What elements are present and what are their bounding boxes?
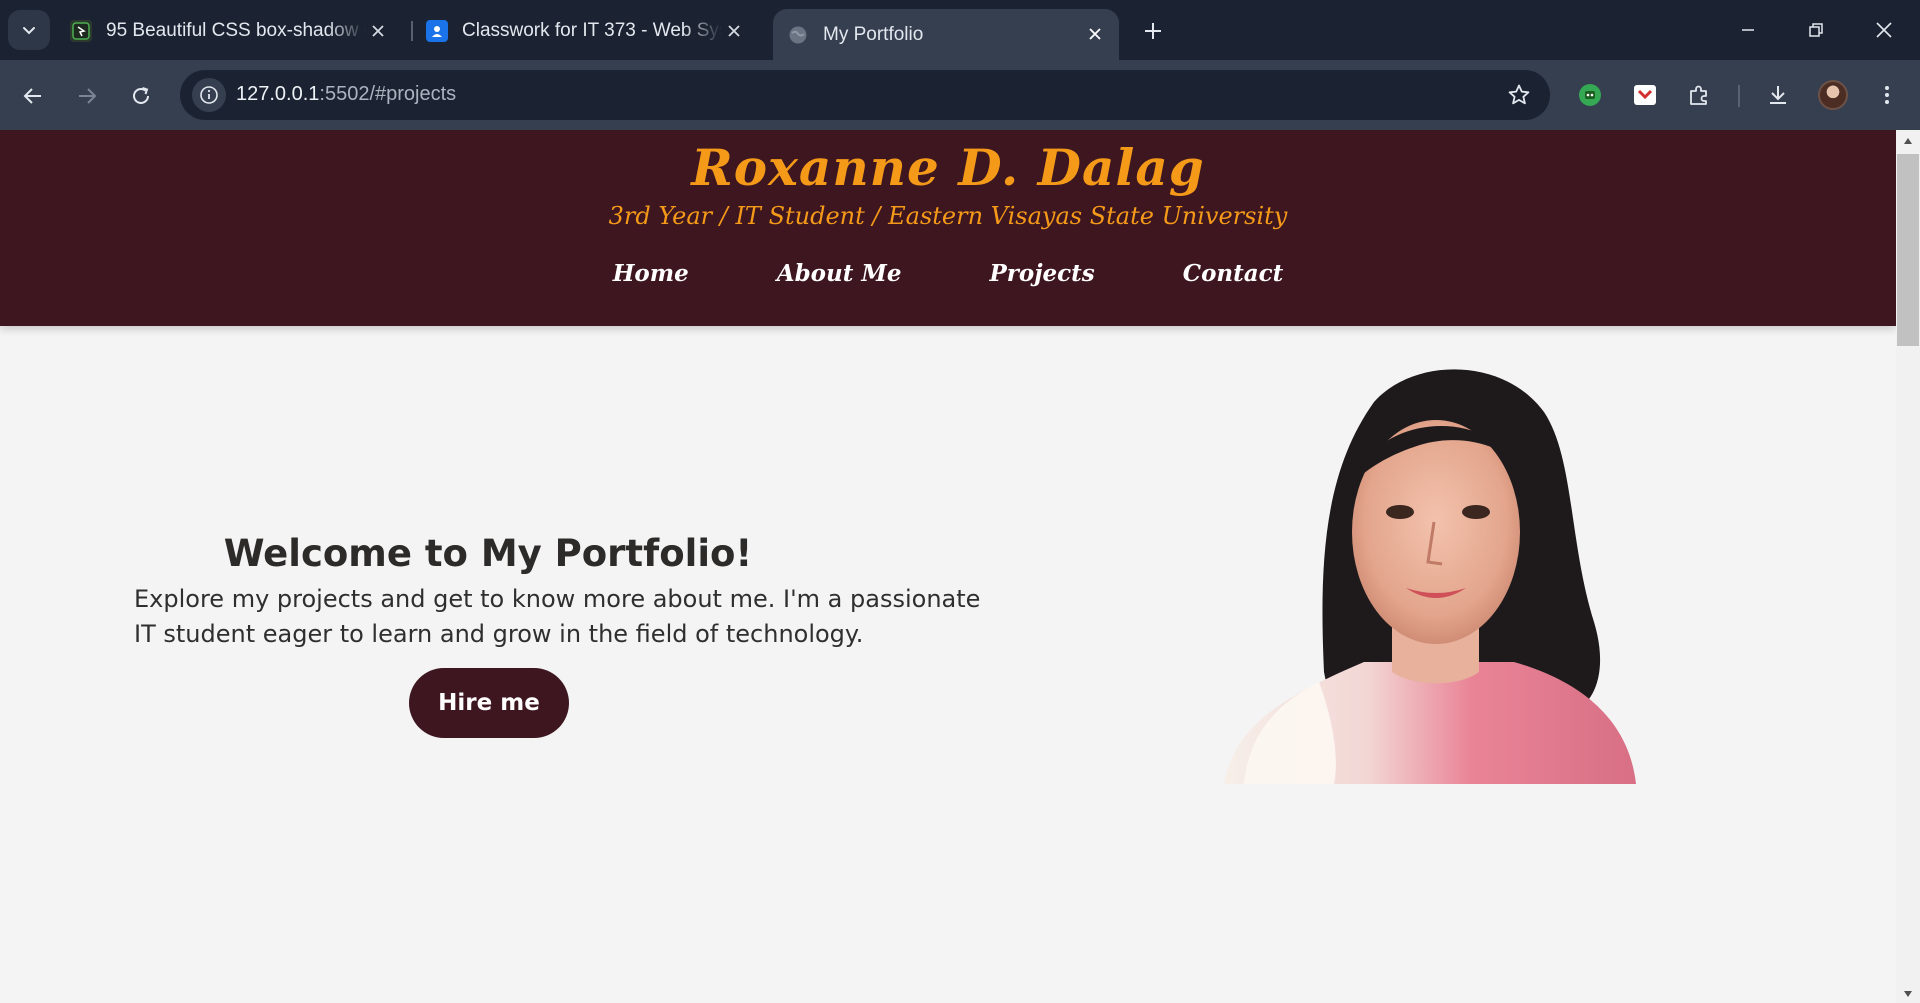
globe-icon [787,24,809,46]
hero-text: Explore my projects and get to know more… [134,585,981,648]
tab-divider [411,21,413,41]
restore-icon [1809,23,1823,37]
classroom-icon [426,20,448,42]
puzzle-piece-icon[interactable] [1682,78,1716,112]
tab-title: 95 Beautiful CSS box-shadow examples - C… [106,20,366,41]
tab-my-portfolio[interactable]: My Portfolio [773,9,1119,60]
site-name: Roxanne D. Dalag [691,138,1205,197]
tab-title: Classwork for IT 373 - Web Systems [462,20,722,41]
plus-icon [1145,23,1161,39]
site-tagline: 3rd Year / IT Student / Eastern Visayas … [608,202,1288,230]
forward-button[interactable] [68,77,106,115]
close-icon [1876,22,1892,38]
back-button[interactable] [14,77,52,115]
kebab-menu-icon[interactable] [1870,78,1904,112]
reload-icon [133,87,149,104]
close-tab-icon[interactable] [722,19,746,43]
profile-avatar[interactable] [1818,80,1848,110]
nav-contact[interactable]: Contact [1139,260,1328,287]
tab-search-button[interactable] [8,10,50,50]
site-info-icon[interactable] [192,78,226,112]
tab-strip: 95 Beautiful CSS box-shadow examples - C… [0,0,1920,60]
new-tab-button[interactable] [1136,14,1170,48]
restore-button[interactable] [1794,12,1838,48]
hero-title: Welcome to My Portfolio! [223,532,753,575]
close-window-button[interactable] [1862,12,1906,48]
browser-toolbar: 127.0.0.1:5502/#projects [0,60,1920,130]
minimize-icon [1742,29,1754,31]
hire-me-button[interactable]: Hire me [409,668,569,738]
minimize-button[interactable] [1726,12,1770,48]
scroll-down-arrow[interactable] [1896,985,1920,1003]
scroll-up-arrow[interactable] [1896,132,1920,150]
address-bar[interactable]: 127.0.0.1:5502/#projects [180,70,1550,120]
nav-projects[interactable]: Projects [945,260,1138,287]
chevron-down-icon [23,27,35,35]
download-icon[interactable] [1761,78,1795,112]
css-scan-icon [70,20,92,42]
scrollbar-thumb[interactable] [1897,154,1919,346]
extension-green-icon[interactable] [1573,78,1607,112]
bookmark-star-icon[interactable] [1506,82,1532,108]
nav-about-me[interactable]: About Me [733,260,946,287]
site-header: Roxanne D. Dalag 3rd Year / IT Student /… [0,130,1896,326]
url-text[interactable]: 127.0.0.1:5502/#projects [236,83,456,106]
tab-classroom[interactable]: Classwork for IT 373 - Web Systems [426,10,758,52]
page-viewport: Roxanne D. Dalag 3rd Year / IT Student /… [0,130,1896,1003]
tab-css-scan[interactable]: 95 Beautiful CSS box-shadow examples - C… [70,10,402,52]
close-tab-icon[interactable] [366,19,390,43]
close-tab-icon[interactable] [1083,22,1107,46]
nav-home[interactable]: Home [569,260,733,287]
toolbar-divider [1738,85,1740,107]
site-nav: Home About Me Projects Contact [0,260,1896,287]
extension-pocket-icon[interactable] [1628,78,1662,112]
portrait-photo [1224,369,1636,784]
reload-button[interactable] [122,77,160,115]
arrow-left-icon [23,88,41,104]
arrow-right-icon [79,88,97,104]
tab-title: My Portfolio [823,23,924,45]
